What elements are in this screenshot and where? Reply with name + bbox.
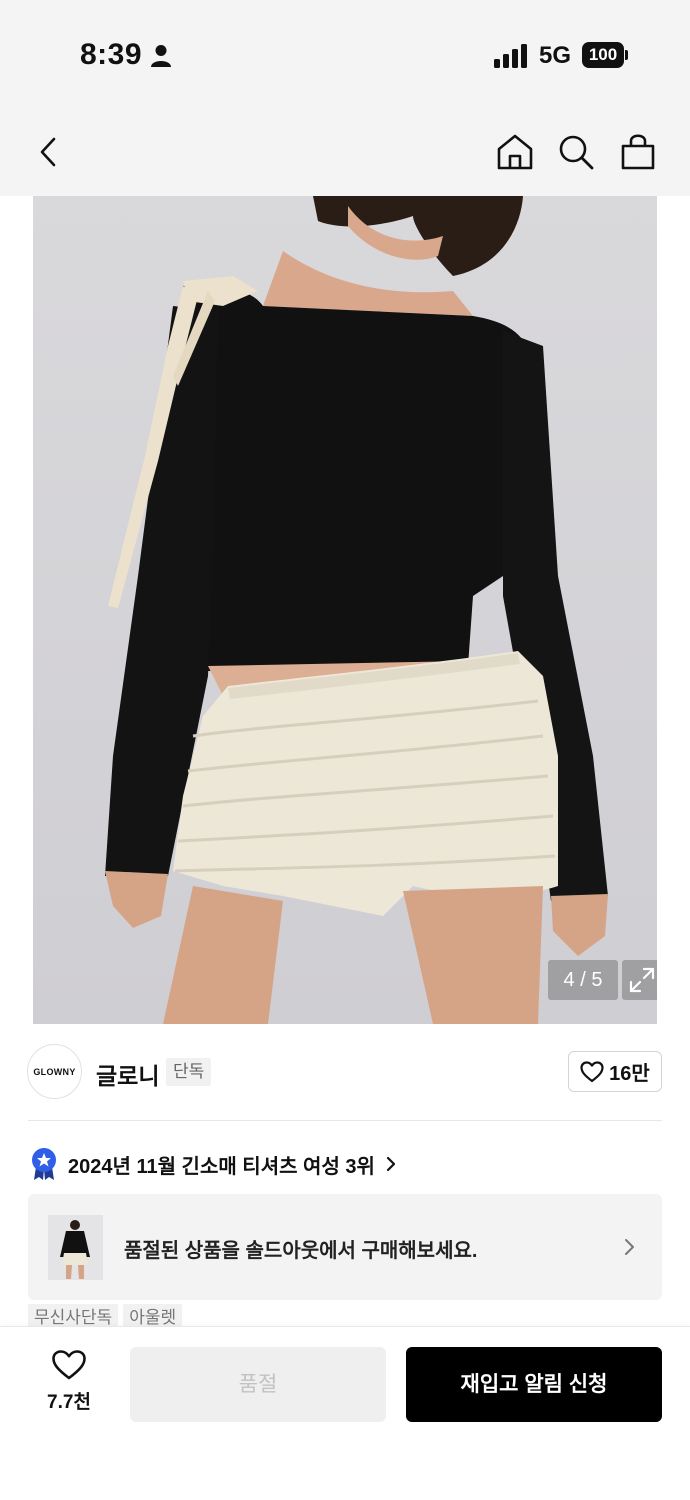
bag-icon — [621, 134, 655, 170]
heart-icon — [52, 1350, 86, 1380]
soldout-button: 품절 — [130, 1347, 386, 1422]
image-counter: 4 / 5 — [548, 960, 618, 1000]
battery-level: 100 — [582, 42, 624, 68]
back-icon — [40, 137, 56, 167]
search-button[interactable] — [554, 130, 598, 174]
divider — [28, 1120, 662, 1121]
brand-logo-text: GLOWNY — [33, 1066, 76, 1077]
heart-icon — [580, 1060, 604, 1082]
wishlist-count: 7.7천 — [47, 1392, 91, 1413]
status-time: 8:39 — [80, 38, 143, 71]
soldout-banner[interactable]: 품절된 상품을 솔드아웃에서 구매해보세요. — [28, 1194, 662, 1300]
chevron-right-icon — [386, 1156, 396, 1172]
brand-like-count: 16만 — [609, 1063, 650, 1085]
home-button[interactable] — [493, 130, 537, 174]
product-image-gallery[interactable]: 4 / 5 — [33, 196, 657, 1024]
brand-row: GLOWNY 글로니 단독 16만 — [0, 1030, 690, 1120]
network-type: 5G — [539, 42, 572, 69]
bottom-action-bar: 7.7천 품절 재입고 알림 신청 — [0, 1326, 690, 1500]
rank-medal-icon — [32, 1148, 56, 1180]
product-photo — [105, 196, 608, 1024]
expand-icon — [629, 967, 655, 993]
person-icon — [151, 45, 171, 67]
back-button[interactable] — [26, 130, 70, 174]
ranking-text: 2024년 11월 긴소매 티셔츠 여성 3위 — [68, 1155, 375, 1178]
status-bar: 8:39 5G 100 — [0, 0, 690, 110]
top-navigation — [0, 110, 690, 196]
chevron-right-icon — [625, 1239, 634, 1255]
search-icon — [559, 135, 594, 170]
brand-like-button[interactable]: 16만 — [568, 1051, 662, 1092]
restock-alert-button[interactable]: 재입고 알림 신청 — [406, 1347, 662, 1422]
exclusive-badge: 단독 — [166, 1058, 212, 1086]
product-thumbnail — [48, 1215, 103, 1280]
shopping-bag-button[interactable] — [616, 130, 660, 174]
fullscreen-button[interactable] — [622, 960, 657, 1000]
home-icon — [497, 134, 533, 170]
soldout-banner-text: 품절된 상품을 솔드아웃에서 구매해보세요. — [124, 1240, 478, 1262]
ranking-link[interactable]: 2024년 11월 긴소매 티셔츠 여성 3위 — [30, 1146, 397, 1182]
wishlist-button[interactable]: 7.7천 — [36, 1349, 102, 1419]
brand-logo[interactable]: GLOWNY — [27, 1044, 82, 1099]
signal-icon — [494, 44, 527, 68]
brand-name[interactable]: 글로니 — [96, 1057, 159, 1091]
battery-icon: 100 — [582, 42, 628, 68]
